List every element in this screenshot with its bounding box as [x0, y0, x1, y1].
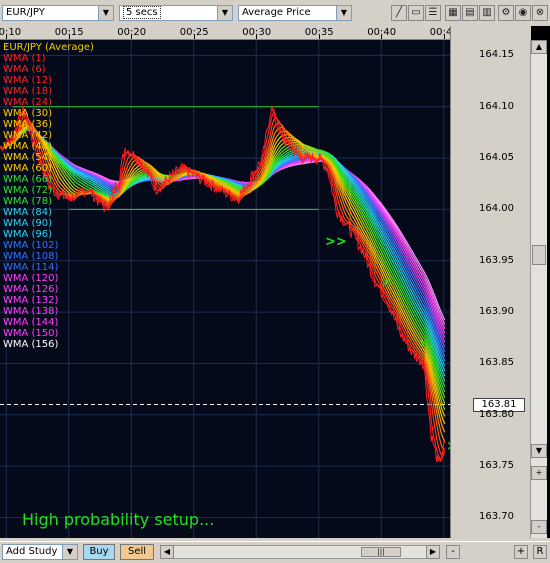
legend-item: WMA (1): [3, 53, 46, 64]
legend-item: WMA (132): [3, 295, 59, 306]
legend-item: WMA (84): [3, 207, 53, 218]
close-icon[interactable]: ⊗: [532, 5, 548, 21]
time-tick-mark: [256, 35, 258, 39]
grid-view-icon[interactable]: ▦: [445, 5, 461, 21]
chevron-down-icon[interactable]: ▼: [98, 6, 113, 20]
bottom-bar: Add Study ▼ Buy Sell ◀ ||| ▶ - + R: [0, 541, 550, 563]
legend-item: WMA (138): [3, 306, 59, 317]
chart-plot[interactable]: >>✕✕✕ EUR/JPY (Average)WMA (1)WMA (6)WMA…: [0, 40, 457, 538]
chevron-down-icon[interactable]: ▼: [62, 545, 77, 559]
interval-select[interactable]: 5 secs ▼: [119, 5, 233, 21]
price-tick-label: 163.90: [479, 306, 514, 318]
scroll-left-icon[interactable]: ◀: [160, 545, 174, 559]
settings-icon[interactable]: ⚙: [498, 5, 514, 21]
scroll-thumb[interactable]: [532, 245, 546, 265]
time-tick-mark: [131, 35, 133, 39]
time-axis: 00:1000:1500:2000:2500:3000:3500:4000:45: [0, 26, 459, 40]
time-tick-mark: [381, 35, 383, 39]
symbol-value: EUR/JPY: [6, 7, 45, 18]
price-tick-label: 163.95: [479, 254, 514, 266]
legend-item: WMA (96): [3, 229, 53, 240]
price-tick-label: 163.85: [479, 357, 514, 369]
price-tick-label: 164.00: [479, 203, 514, 215]
legend-item: WMA (72): [3, 185, 53, 196]
time-tick-mark: [193, 35, 195, 39]
palette-icon[interactable]: ◉: [515, 5, 531, 21]
legend-item: WMA (120): [3, 273, 59, 284]
zoom-out-vertical-icon[interactable]: -: [531, 520, 547, 534]
legend-item: WMA (18): [3, 86, 53, 97]
price-tick-label: 163.75: [479, 460, 514, 472]
zoom-in-button[interactable]: +: [514, 545, 528, 559]
price-tick-label: 163.80: [479, 408, 514, 420]
scroll-thumb-grip[interactable]: |||: [361, 547, 401, 557]
list-icon[interactable]: ☰: [425, 5, 441, 21]
legend-item: WMA (126): [3, 284, 59, 295]
legend-item: WMA (102): [3, 240, 59, 251]
symbol-select[interactable]: EUR/JPY ▼: [2, 5, 114, 21]
price-tick-label: 164.15: [479, 49, 514, 61]
layout-icon[interactable]: ▤: [462, 5, 478, 21]
price-tick-label: 164.05: [479, 152, 514, 164]
legend-item: WMA (36): [3, 119, 53, 130]
eraser-icon[interactable]: ▭: [408, 5, 424, 21]
legend-item: WMA (48): [3, 141, 53, 152]
legend-item: WMA (108): [3, 251, 59, 262]
add-study-label: Add Study: [6, 546, 58, 557]
x-marker: ✕: [419, 337, 430, 352]
chart-legend: EUR/JPY (Average) WMA (1) WMA (6) WMA (12) W…: [3, 42, 94, 350]
scroll-up-icon[interactable]: ▲: [531, 40, 547, 54]
chart-annotation: High probability setup...: [22, 510, 215, 529]
double-arrow-marker: >>: [325, 234, 347, 249]
legend-item: WMA (30): [3, 108, 53, 119]
draw-line-icon[interactable]: ╱: [391, 5, 407, 21]
interval-value: 5 secs: [123, 6, 161, 19]
price-type-value: Average Price: [242, 7, 311, 18]
time-tick-mark: [443, 35, 445, 39]
price-tick-label: 164.10: [479, 100, 514, 112]
buy-button[interactable]: Buy: [83, 544, 115, 560]
sell-button[interactable]: Sell: [120, 544, 154, 560]
add-study-select[interactable]: Add Study ▼: [2, 544, 78, 560]
scroll-down-icon[interactable]: ▼: [531, 444, 547, 458]
chart-area: 00:1000:1500:2000:2500:3000:3500:4000:45…: [0, 26, 550, 538]
time-tick-mark: [318, 35, 320, 39]
legend-item: WMA (42): [3, 130, 53, 141]
price-axis[interactable]: 163.81 164.15 164.10 164.05 164.00 163.95 163…: [450, 26, 531, 538]
reset-button[interactable]: R: [533, 545, 547, 559]
horizontal-scrollbar[interactable]: ◀ ||| ▶: [160, 545, 440, 559]
legend-item: WMA (24): [3, 97, 53, 108]
time-tick-label: 00:10: [0, 27, 22, 38]
time-tick-mark: [6, 35, 8, 39]
legend-item: EUR/JPY (Average): [3, 42, 94, 53]
price-tick-label: 163.70: [479, 511, 514, 523]
bar-chart-icon[interactable]: ▥: [479, 5, 495, 21]
legend-item: WMA (12): [3, 75, 53, 86]
zoom-in-vertical-icon[interactable]: +: [531, 466, 547, 480]
legend-item: WMA (90): [3, 218, 53, 229]
x-marker: ✕: [381, 275, 392, 290]
chevron-down-icon[interactable]: ▼: [217, 6, 232, 20]
time-tick-mark: [68, 35, 70, 39]
legend-item: WMA (6): [3, 64, 46, 75]
toolbar: EUR/JPY ▼ 5 secs ▼ Average Price ▼ ╱ ▭ ☰…: [0, 0, 550, 27]
legend-item: WMA (156): [3, 339, 59, 350]
legend-item: WMA (114): [3, 262, 59, 273]
legend-item: WMA (60): [3, 163, 53, 174]
legend-item: WMA (144): [3, 317, 59, 328]
legend-item: WMA (150): [3, 328, 59, 339]
legend-item: WMA (78): [3, 196, 53, 207]
legend-item: WMA (66): [3, 174, 53, 185]
vertical-scrollbar[interactable]: ▲ ▼ + -: [530, 40, 547, 538]
legend-item: WMA (54): [3, 152, 53, 163]
zoom-out-button[interactable]: -: [446, 545, 460, 559]
chevron-down-icon[interactable]: ▼: [336, 6, 351, 20]
price-type-select[interactable]: Average Price ▼: [238, 5, 352, 21]
scroll-right-icon[interactable]: ▶: [426, 545, 440, 559]
